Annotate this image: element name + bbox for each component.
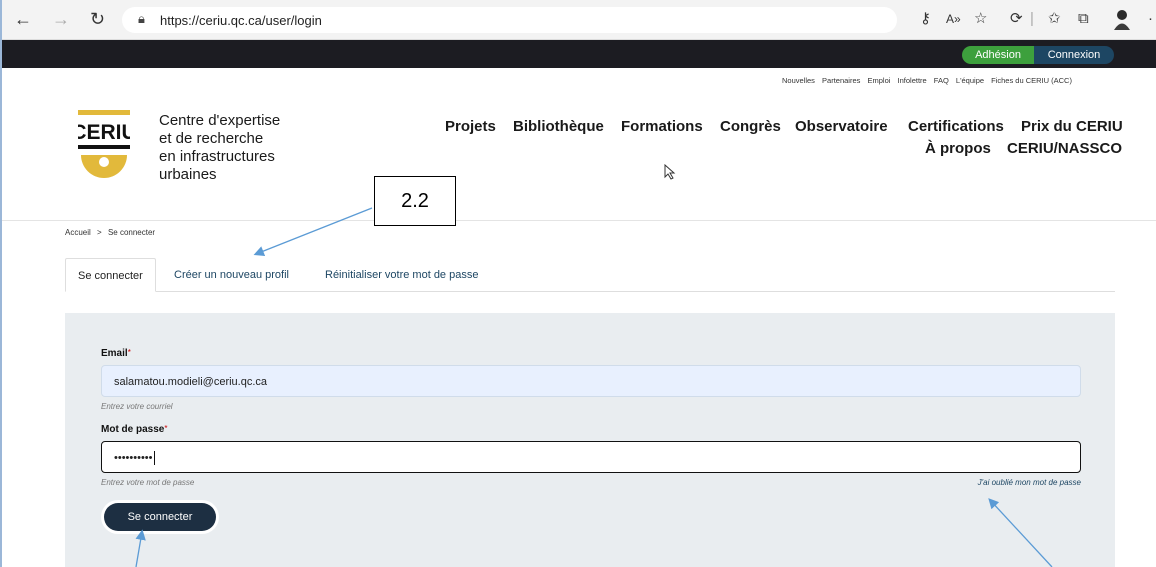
lock-icon: 🔒︎: [138, 11, 145, 26]
org-name-line-4: urbaines: [159, 166, 217, 183]
password-label: Mot de passe*: [101, 424, 168, 435]
adhesion-button[interactable]: Adhésion: [962, 46, 1034, 64]
nav-prix-du-ceriu[interactable]: Prix du CERIU: [1021, 118, 1123, 135]
email-label: Email*: [101, 348, 131, 359]
ceriu-logo[interactable]: CERIU: [78, 110, 130, 190]
org-name-line-2: et de recherche: [159, 130, 264, 147]
extensions-icon[interactable]: ⟳: [1010, 11, 1023, 27]
util-link-infolettre[interactable]: Infolettre: [898, 76, 927, 85]
nav-bibliotheque[interactable]: Bibliothèque: [513, 118, 604, 135]
org-name: Centre d'expertise et de recherche en in…: [159, 112, 280, 184]
util-link-equipe[interactable]: L'équipe: [956, 76, 984, 85]
password-hint: Entrez votre mot de passe: [101, 478, 195, 487]
breadcrumb-current: Se connecter: [107, 228, 156, 237]
breadcrumb: Accueil > Se connecter: [65, 228, 155, 237]
util-link-fiches[interactable]: Fiches du CERIU (ACC): [991, 76, 1072, 85]
browser-toolbar: ← → ↻ 🔒︎ https://ceriu.qc.ca/user/login …: [2, 0, 1156, 40]
tab-creer-profil[interactable]: Créer un nouveau profil: [162, 258, 301, 292]
nav-projets[interactable]: Projets: [445, 118, 496, 135]
util-link-emploi[interactable]: Emploi: [867, 76, 890, 85]
text-caret: [153, 451, 155, 466]
email-field[interactable]: salamatou.modieli@ceriu.qc.ca: [101, 365, 1081, 397]
login-form: Email* salamatou.modieli@ceriu.qc.ca Ent…: [65, 313, 1115, 567]
header-divider: [2, 220, 1156, 221]
password-value: ••••••••••: [114, 452, 153, 464]
favorites-icon[interactable]: ✩: [1048, 11, 1061, 27]
tab-se-connecter[interactable]: Se connecter: [65, 258, 156, 292]
util-link-nouvelles[interactable]: Nouvelles: [782, 76, 815, 85]
screenshot-root: ← → ↻ 🔒︎ https://ceriu.qc.ca/user/login …: [0, 0, 1156, 567]
util-link-faq[interactable]: FAQ: [934, 76, 949, 85]
nav-congres[interactable]: Congrès: [720, 118, 781, 135]
key-icon[interactable]: ⚷: [920, 11, 931, 27]
reload-icon[interactable]: ↻: [90, 10, 105, 28]
url-text: https://ceriu.qc.ca/user/login: [160, 13, 322, 28]
submit-button[interactable]: Se connecter: [101, 500, 219, 534]
forward-icon[interactable]: →: [52, 10, 70, 28]
address-bar[interactable]: 🔒︎ https://ceriu.qc.ca/user/login: [122, 7, 897, 33]
back-icon[interactable]: ←: [14, 10, 32, 28]
nav-formations[interactable]: Formations: [621, 118, 703, 135]
breadcrumb-home[interactable]: Accueil: [65, 228, 91, 237]
submit-button-label: Se connecter: [104, 503, 216, 531]
utility-nav: Nouvelles Partenaires Emploi Infolettre …: [782, 76, 1122, 85]
more-icon[interactable]: ·: [1148, 11, 1153, 27]
profile-icon[interactable]: [1112, 9, 1132, 31]
connexion-button[interactable]: Connexion: [1034, 46, 1114, 64]
forgot-password-link[interactable]: J'ai oublié mon mot de passe: [978, 478, 1081, 487]
logo-text: CERIU: [78, 121, 130, 144]
favorite-icon[interactable]: ☆: [974, 11, 987, 27]
password-field[interactable]: ••••••••••: [101, 441, 1081, 473]
breadcrumb-separator: >: [97, 228, 102, 237]
util-link-partenaires[interactable]: Partenaires: [822, 76, 860, 85]
nav-a-propos[interactable]: À propos: [925, 140, 991, 157]
toolbar-separator: |: [1030, 10, 1034, 27]
annotation-label: 2.2: [374, 176, 456, 226]
org-name-line-3: en infrastructures: [159, 148, 275, 165]
org-name-line-1: Centre d'expertise: [159, 112, 281, 129]
nav-observatoire[interactable]: Observatoire: [795, 118, 888, 135]
password-required-mark: *: [164, 424, 168, 433]
collections-icon[interactable]: ⧉: [1078, 11, 1089, 27]
nav-certifications[interactable]: Certifications: [908, 118, 1004, 135]
read-aloud-icon[interactable]: A»: [946, 11, 961, 27]
email-hint: Entrez votre courriel: [101, 402, 173, 411]
mouse-cursor-icon: [664, 164, 676, 180]
site-top-bar: Adhésion Connexion: [2, 40, 1156, 68]
tab-reinitialiser[interactable]: Réinitialiser votre mot de passe: [313, 258, 490, 292]
arrow-to-create-profile: [253, 207, 373, 256]
login-tabs: Se connecter Créer un nouveau profil Réi…: [65, 258, 1115, 292]
email-required-mark: *: [127, 348, 131, 357]
nav-ceriu-nassco[interactable]: CERIU/NASSCO: [1007, 140, 1122, 157]
